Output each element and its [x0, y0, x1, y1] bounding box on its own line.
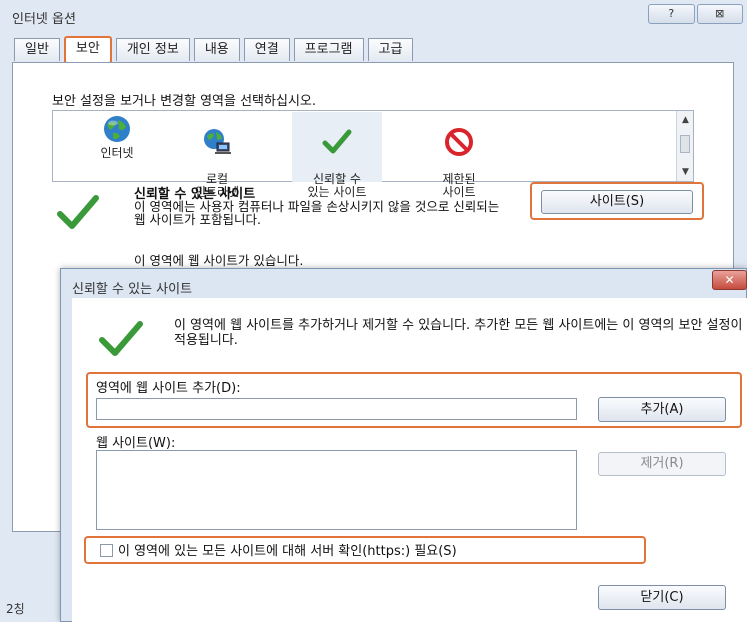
window-close-button[interactable]: ⊠	[696, 4, 743, 24]
sites-button[interactable]: 사이트(S)	[541, 190, 693, 214]
https-checkbox[interactable]	[100, 544, 113, 557]
globe-icon	[104, 116, 130, 142]
websites-list[interactable]	[96, 450, 577, 530]
add-site-label: 영역에 웹 사이트 추가(D):	[96, 381, 241, 396]
tab-connections[interactable]: 연결	[243, 38, 290, 61]
zone-list-scrollbar[interactable]: ▲ ▼	[676, 111, 693, 181]
help-button[interactable]: ?	[648, 4, 695, 24]
intranet-icon	[204, 129, 231, 154]
no-entry-icon	[445, 128, 473, 156]
zone-restricted-sites[interactable]: 제한된 사이트	[414, 112, 504, 199]
zone-note: 이 영역에 웹 사이트가 있습니다.	[134, 253, 304, 268]
checkmark-icon	[322, 129, 352, 154]
scroll-up-icon[interactable]: ▲	[677, 113, 694, 127]
zone-trusted-sites[interactable]: 신뢰할 수 있는 사이트	[292, 112, 382, 199]
tab-content[interactable]: 내용	[193, 38, 240, 61]
scroll-thumb[interactable]	[680, 135, 690, 153]
tab-programs[interactable]: 프로그램	[293, 38, 364, 61]
https-checkbox-label[interactable]: 이 영역에 있는 모든 사이트에 대해 서버 확인(https:) 필요(S)	[118, 540, 457, 559]
tab-advanced[interactable]: 고급	[367, 38, 414, 61]
zone-description: 이 영역에는 사용자 컴퓨터나 파일을 손상시키지 않을 것으로 신뢰되는 웹 …	[134, 199, 500, 227]
window-title: 인터넷 옵션	[12, 12, 76, 27]
zone-label: 제한된 사이트	[442, 172, 476, 199]
zone-instruction: 보안 설정을 보거나 변경할 영역을 선택하십시오.	[52, 94, 316, 109]
dialog-checkmark-icon	[99, 321, 143, 356]
dialog-title: 신뢰할 수 있는 사이트	[72, 282, 193, 297]
remove-button[interactable]: 제거(R)	[598, 452, 726, 476]
caption-buttons: ? ⊠	[648, 4, 743, 24]
tab-privacy[interactable]: 개인 정보	[115, 38, 190, 61]
add-site-input[interactable]	[96, 398, 577, 420]
dialog-close-button[interactable]: ✕	[712, 270, 747, 290]
zone-local-intranet[interactable]: 로컬 인트라넷	[172, 112, 262, 199]
dialog-info-text: 이 영역에 웹 사이트를 추가하거나 제거할 수 있습니다. 추가한 모든 웹 …	[174, 318, 743, 348]
zone-label: 신뢰할 수 있는 사이트	[307, 172, 367, 199]
close-button[interactable]: 닫기(C)	[598, 585, 726, 610]
zone-label: 인터넷	[100, 146, 134, 160]
add-button[interactable]: 추가(A)	[598, 397, 726, 422]
tab-strip: 일반 보안 개인 정보 내용 연결 프로그램 고급	[14, 36, 417, 64]
trusted-checkmark-icon	[57, 195, 99, 229]
tab-security[interactable]: 보안	[63, 36, 112, 64]
zone-internet[interactable]: 인터넷	[72, 112, 162, 182]
background-label: 2칭	[6, 602, 25, 616]
websites-label: 웹 사이트(W):	[96, 436, 176, 451]
tab-general[interactable]: 일반	[14, 38, 60, 61]
scroll-down-icon[interactable]: ▼	[677, 165, 694, 179]
